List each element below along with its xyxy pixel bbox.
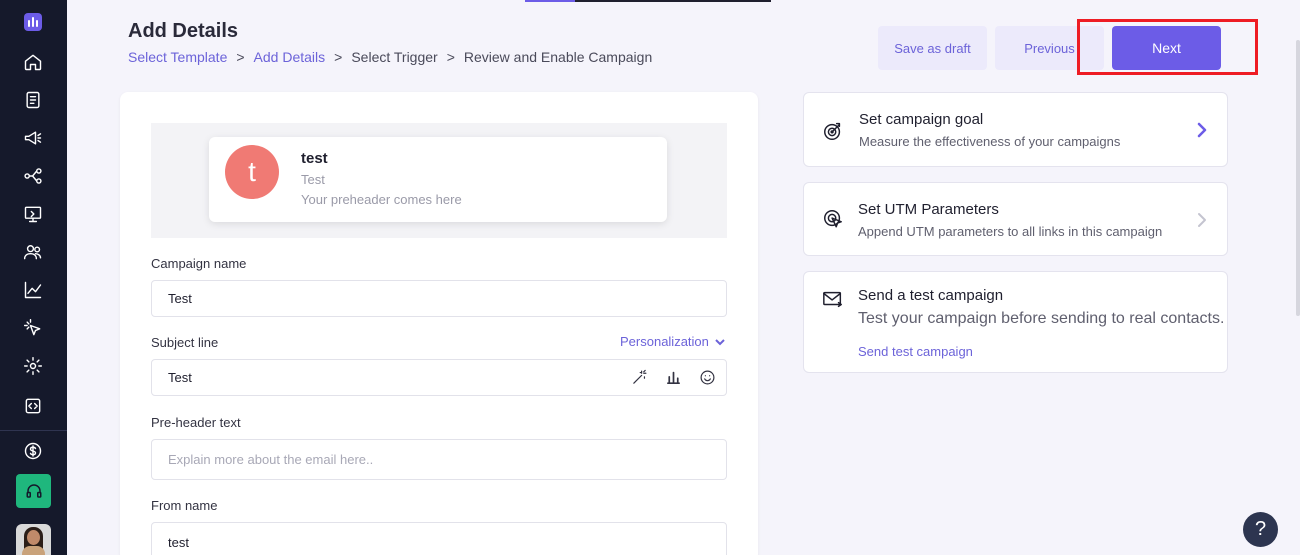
campaign-details-form: t test Test Your preheader comes here Ca… [120, 92, 758, 555]
breadcrumb: Select Template > Add Details > Select T… [128, 49, 653, 65]
chevron-right-icon [1195, 121, 1209, 139]
page-title: Add Details [128, 20, 239, 42]
utm-parameters-title: Set UTM Parameters [858, 201, 999, 218]
code-icon[interactable] [22, 395, 44, 417]
from-name-input[interactable]: test [151, 522, 727, 555]
headset-icon [26, 484, 41, 498]
set-campaign-goal-card[interactable]: Set campaign goal Measure the effectiven… [803, 92, 1228, 167]
preview-subject: Test [301, 172, 325, 187]
emoji-icon[interactable] [698, 368, 716, 386]
personalization-dropdown[interactable]: Personalization [620, 334, 725, 349]
top-progress-line [525, 0, 771, 2]
from-name-label: From name [151, 498, 218, 513]
chart-icon[interactable] [22, 279, 44, 301]
cursor-click-icon[interactable] [22, 317, 44, 339]
campaign-name-input[interactable]: Test [151, 280, 727, 317]
avatar[interactable] [16, 524, 51, 555]
email-preview-card: t test Test Your preheader comes here [209, 137, 667, 222]
email-preview-area: t test Test Your preheader comes here [151, 123, 727, 238]
megaphone-icon[interactable] [22, 127, 44, 149]
personalization-label: Personalization [620, 334, 709, 349]
chevron-right-icon [1195, 211, 1209, 229]
preheader-label: Pre-header text [151, 415, 241, 430]
subject-line-value: Test [168, 370, 192, 385]
chevron-down-icon [715, 338, 725, 345]
send-test-desc: Test your campaign before sending to rea… [858, 310, 1225, 327]
send-test-campaign-card: Send a test campaign Test your campaign … [803, 271, 1228, 373]
users-icon[interactable] [22, 241, 44, 263]
sidebar-divider [0, 430, 67, 431]
breadcrumb-add-details[interactable]: Add Details [254, 49, 326, 65]
utm-parameters-desc: Append UTM parameters to all links in th… [858, 224, 1163, 239]
workflow-icon[interactable] [22, 165, 44, 187]
magic-wand-icon[interactable] [630, 368, 648, 386]
support-button[interactable] [16, 474, 51, 508]
dollar-icon[interactable] [22, 440, 44, 462]
app-logo[interactable] [24, 13, 42, 31]
breadcrumb-review-enable: Review and Enable Campaign [463, 49, 653, 65]
sidebar [0, 0, 67, 555]
home-icon[interactable] [22, 51, 44, 73]
subject-line-input[interactable]: Test [151, 359, 727, 396]
breadcrumb-select-template[interactable]: Select Template [128, 49, 227, 65]
campaign-name-label: Campaign name [151, 256, 247, 271]
bar-chart-icon[interactable] [664, 368, 682, 386]
target-icon [822, 120, 844, 142]
gear-icon[interactable] [22, 355, 44, 377]
breadcrumb-select-trigger: Select Trigger [351, 49, 438, 65]
preview-preheader: Your preheader comes here [301, 192, 462, 207]
sender-avatar: t [225, 145, 279, 199]
highlight-annotation-box [1077, 19, 1258, 75]
preview-sender-name: test [301, 150, 328, 167]
mail-send-icon [822, 288, 844, 310]
set-utm-parameters-card[interactable]: Set UTM Parameters Append UTM parameters… [803, 182, 1228, 256]
save-as-draft-button[interactable]: Save as draft [878, 26, 987, 70]
help-button[interactable]: ? [1243, 512, 1278, 547]
campaign-goal-title: Set campaign goal [859, 111, 984, 128]
subject-line-label: Subject line [151, 335, 219, 350]
monitor-icon[interactable] [22, 203, 44, 225]
preheader-input[interactable]: Explain more about the email here.. [151, 439, 727, 480]
send-test-title: Send a test campaign [858, 287, 1004, 304]
document-icon[interactable] [22, 89, 44, 111]
cursor-target-icon [822, 208, 844, 230]
campaign-goal-desc: Measure the effectiveness of your campai… [859, 134, 1121, 149]
page-scrollbar[interactable] [1296, 40, 1300, 316]
send-test-campaign-link[interactable]: Send test campaign [858, 344, 973, 359]
